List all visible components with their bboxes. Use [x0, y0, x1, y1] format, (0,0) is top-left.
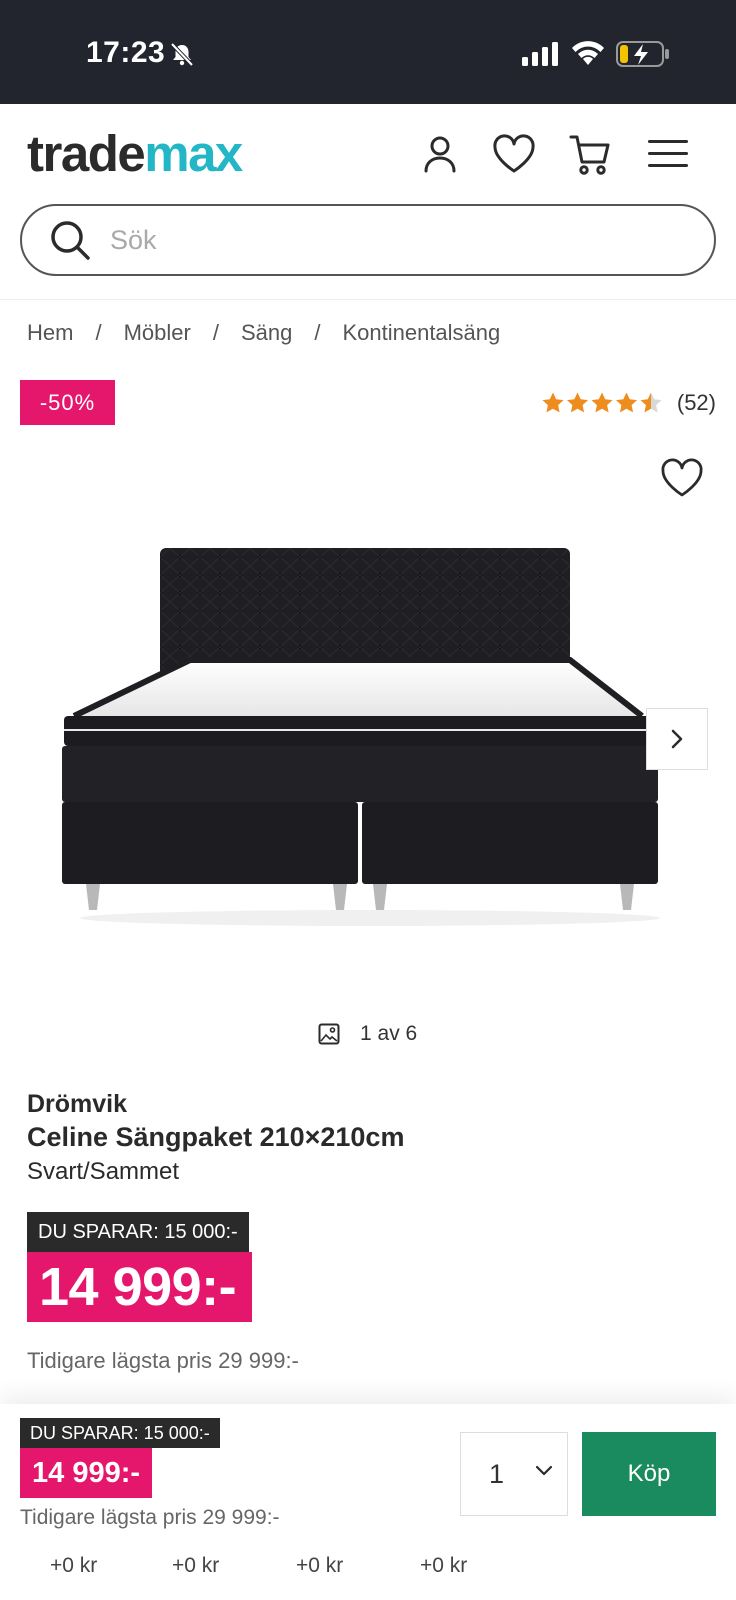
breadcrumb-furniture[interactable]: Möbler	[124, 320, 191, 346]
site-header: trademax	[0, 104, 736, 300]
breadcrumb-separator: /	[314, 320, 321, 345]
next-image-button[interactable]	[646, 708, 708, 770]
quantity-value: 1	[489, 1458, 505, 1489]
logo-text-max: max	[144, 125, 243, 182]
account-icon[interactable]	[416, 130, 464, 178]
gallery-counter: 1 av 6	[318, 1022, 417, 1046]
breadcrumb-home[interactable]: Hem	[27, 320, 73, 346]
savings-badge: DU SPARAR: 15 000:-	[27, 1212, 249, 1252]
discount-badge: -50%	[20, 380, 115, 425]
search-input[interactable]	[110, 224, 670, 256]
breadcrumb-separator: /	[212, 320, 219, 345]
chevron-down-icon	[535, 1465, 553, 1476]
breadcrumb-continental-bed[interactable]: Kontinentalsäng	[342, 320, 500, 346]
gallery-count-text: 1 av 6	[360, 1022, 418, 1045]
sticky-buy-bar: DU SPARAR: 15 000:- 14 999:- Tidigare lä…	[0, 1404, 736, 1544]
search-bar[interactable]	[20, 204, 716, 276]
rating-count: (52)	[676, 390, 716, 415]
addon-prices-row: +0 kr +0 kr +0 kr +0 kr	[0, 1544, 736, 1600]
add-to-wishlist-heart-icon[interactable]	[660, 456, 704, 500]
search-icon	[51, 221, 90, 260]
product-price: 14 999:-	[27, 1252, 253, 1322]
product-variant: Svart/Sammet	[27, 1158, 180, 1185]
shopping-cart-icon	[569, 135, 610, 175]
status-bar: 17:23	[0, 0, 736, 104]
menu-icon[interactable]	[644, 130, 692, 178]
breadcrumb-bed[interactable]: Säng	[241, 320, 292, 346]
sticky-price: 14 999:-	[20, 1448, 153, 1498]
product-brand[interactable]: Drömvik	[27, 1090, 127, 1119]
breadcrumb-separator: /	[95, 320, 102, 345]
heart-icon	[493, 134, 535, 173]
logo-text-trade: trade	[27, 125, 146, 182]
user-icon	[424, 136, 456, 173]
addon-price: +0 kr	[172, 1554, 220, 1577]
cart-icon[interactable]	[566, 130, 614, 178]
chevron-right-icon	[671, 729, 683, 749]
quantity-select[interactable]: 1	[460, 1432, 568, 1516]
star-rating-icon	[542, 392, 662, 413]
sticky-previous-price: Tidigare lägsta pris 29 999:-	[20, 1506, 280, 1529]
wifi-icon	[572, 41, 604, 65]
cellular-signal-icon	[522, 42, 558, 66]
battery-charging-icon	[616, 41, 669, 67]
bell-muted-icon	[170, 42, 194, 67]
product-title: Celine Sängpaket 210×210cm	[27, 1122, 405, 1152]
buy-button[interactable]: Köp	[582, 1432, 716, 1516]
image-gallery-icon	[318, 1023, 340, 1045]
wishlist-icon[interactable]	[490, 130, 538, 178]
sticky-savings-badge: DU SPARAR: 15 000:-	[20, 1418, 220, 1448]
product-image[interactable]	[50, 530, 690, 950]
product-rating[interactable]: (52)	[541, 390, 716, 416]
addon-price: +0 kr	[296, 1554, 344, 1577]
status-time: 17:23	[86, 36, 166, 69]
breadcrumb: Hem / Möbler / Säng / Kontinentalsäng	[27, 320, 500, 346]
addon-price: +0 kr	[420, 1554, 468, 1577]
previous-lowest-price: Tidigare lägsta pris 29 999:-	[27, 1348, 299, 1373]
addon-price: +0 kr	[50, 1554, 98, 1577]
hamburger-icon	[648, 140, 688, 167]
trademax-logo[interactable]: trademax	[27, 125, 243, 182]
